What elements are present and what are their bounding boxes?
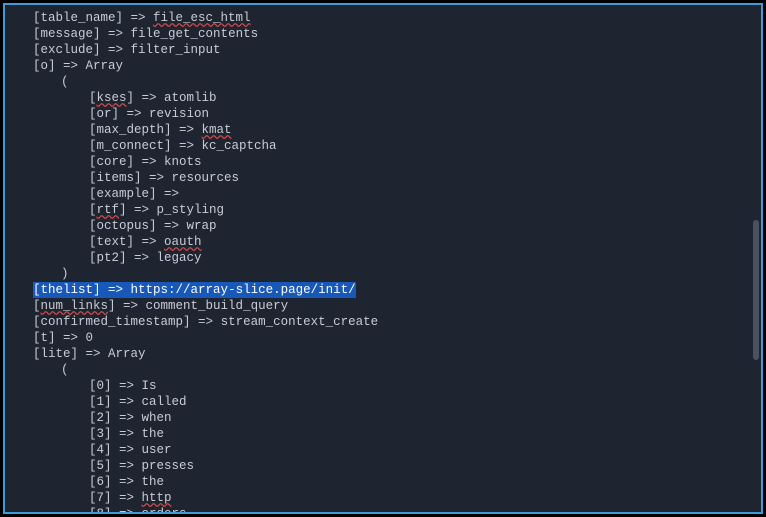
code-line[interactable]: [3] => the — [5, 426, 761, 442]
code-line[interactable]: [2] => when — [5, 410, 761, 426]
code-line[interactable]: [1] => called — [5, 394, 761, 410]
code-line[interactable]: [octopus] => wrap — [5, 218, 761, 234]
code-line[interactable]: ) — [5, 266, 761, 282]
code-line[interactable]: [7] => http — [5, 490, 761, 506]
vertical-scrollbar[interactable] — [753, 220, 759, 360]
code-line[interactable]: [8] => orders — [5, 506, 761, 514]
code-line[interactable]: [rtf] => p_styling — [5, 202, 761, 218]
code-line[interactable]: [items] => resources — [5, 170, 761, 186]
code-line[interactable]: [num_links] => comment_build_query — [5, 298, 761, 314]
code-line[interactable]: [max_depth] => kmat — [5, 122, 761, 138]
code-line[interactable]: [0] => Is — [5, 378, 761, 394]
code-line[interactable]: [text] => oauth — [5, 234, 761, 250]
code-line[interactable]: [table_name] => file_esc_html — [5, 10, 761, 26]
code-line[interactable]: [core] => knots — [5, 154, 761, 170]
code-line[interactable]: [kses] => atomlib — [5, 90, 761, 106]
selected-text[interactable]: [thelist] => https://array-slice.page/in… — [33, 282, 356, 298]
code-line[interactable]: [4] => user — [5, 442, 761, 458]
code-line[interactable]: [m_connect] => kc_captcha — [5, 138, 761, 154]
editor-window: [table_name] => file_esc_html[message] =… — [3, 3, 763, 514]
code-line[interactable]: ( — [5, 362, 761, 378]
code-line[interactable]: [confirmed_timestamp] => stream_context_… — [5, 314, 761, 330]
code-line[interactable]: [example] => — [5, 186, 761, 202]
code-line[interactable]: [t] => 0 — [5, 330, 761, 346]
code-line[interactable]: [or] => revision — [5, 106, 761, 122]
code-line[interactable]: [6] => the — [5, 474, 761, 490]
code-line[interactable]: [message] => file_get_contents — [5, 26, 761, 42]
code-line[interactable]: [exclude] => filter_input — [5, 42, 761, 58]
code-line[interactable]: [thelist] => https://array-slice.page/in… — [5, 282, 761, 298]
code-content[interactable]: [table_name] => file_esc_html[message] =… — [5, 5, 761, 514]
code-line[interactable]: [5] => presses — [5, 458, 761, 474]
code-line[interactable]: [lite] => Array — [5, 346, 761, 362]
code-line[interactable]: [pt2] => legacy — [5, 250, 761, 266]
code-line[interactable]: ( — [5, 74, 761, 90]
code-line[interactable]: [o] => Array — [5, 58, 761, 74]
